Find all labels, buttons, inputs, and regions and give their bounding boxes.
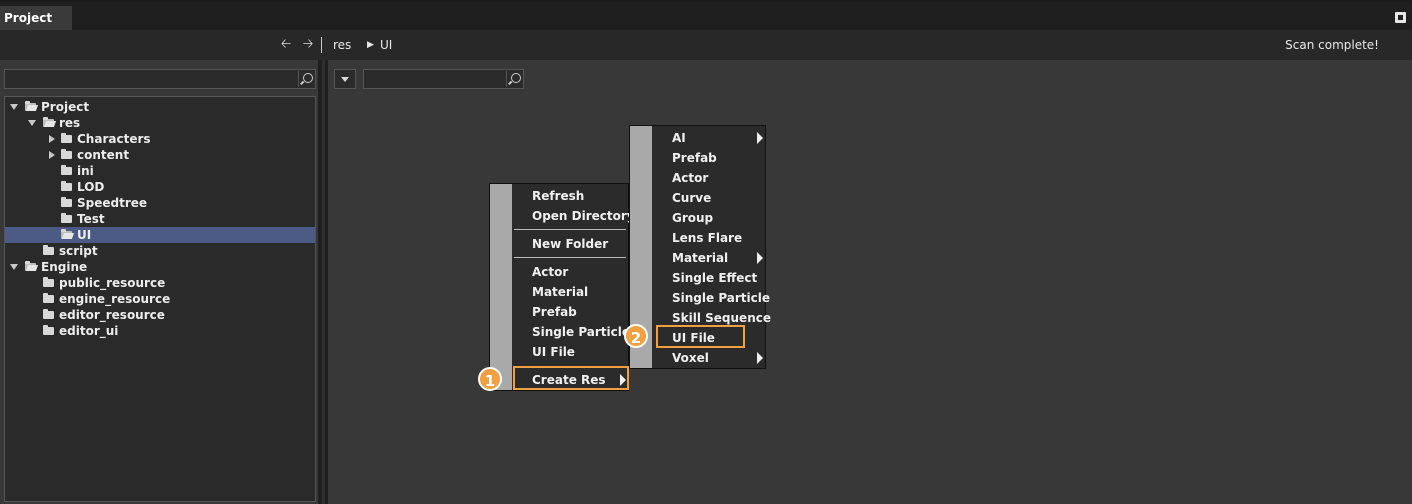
step-badge-1: 1 — [478, 367, 502, 391]
submenu-item-single-particle[interactable]: Single Particle — [652, 288, 770, 308]
create-res-submenu: AI Prefab Actor Curve Group Lens Flare M… — [629, 125, 771, 369]
menu-item-new-folder[interactable]: New Folder — [512, 234, 628, 254]
submenu-arrow-icon — [757, 132, 763, 144]
tree-node-engine[interactable]: Engine — [5, 259, 315, 275]
menu-separator — [514, 229, 626, 230]
submenu-item-material-label: Material — [672, 251, 729, 265]
folder-tree-pane: Project res Characters content ini LOD S… — [0, 60, 318, 504]
menu-item-prefab[interactable]: Prefab — [512, 302, 628, 322]
folder-icon — [61, 197, 72, 207]
submenu-item-voxel[interactable]: Voxel — [652, 348, 765, 368]
menu-item-single-particle[interactable]: Single Particle — [512, 322, 630, 342]
menu-item-create-res-label: Create Res — [532, 373, 606, 387]
submenu-item-voxel-label: Voxel — [672, 351, 709, 365]
tree-node-script[interactable]: script — [5, 243, 315, 259]
step-badge-2: 2 — [624, 324, 648, 348]
tree-node-editor-ui[interactable]: editor_ui — [5, 323, 315, 339]
tree-search-input[interactable] — [4, 69, 316, 89]
menu-item-actor[interactable]: Actor — [512, 262, 628, 282]
submenu-item-ai[interactable]: AI — [652, 128, 765, 148]
submenu-item-ui-file[interactable]: UI File — [652, 328, 765, 348]
expand-arrow-icon[interactable] — [27, 115, 37, 131]
tree-node-project[interactable]: Project — [5, 99, 315, 115]
menu-item-open-directory[interactable]: Open Directory — [512, 206, 635, 226]
view-dropdown-button[interactable] — [334, 69, 356, 89]
nav-divider — [321, 37, 322, 53]
file-search-button[interactable] — [506, 71, 522, 87]
menu-gutter — [490, 184, 512, 390]
submenu-item-group[interactable]: Group — [652, 208, 765, 228]
folder-icon — [61, 133, 72, 143]
panel-title-bar: Project — [0, 0, 1412, 32]
folder-open-icon — [25, 101, 36, 111]
submenu-item-prefab[interactable]: Prefab — [652, 148, 765, 168]
folder-icon — [43, 245, 54, 255]
submenu-item-single-effect[interactable]: Single Effect — [652, 268, 765, 288]
breadcrumb-ui[interactable]: UI — [380, 37, 392, 53]
pane-splitter[interactable] — [318, 60, 328, 504]
expand-arrow-icon[interactable] — [9, 259, 19, 275]
status-text: Scan complete! — [1285, 38, 1379, 52]
breadcrumb-res[interactable]: res — [333, 37, 351, 53]
submenu-arrow-icon — [757, 252, 763, 264]
breadcrumb-chevron-icon: ▶ — [367, 40, 374, 50]
folder-tree: Project res Characters content ini LOD S… — [4, 96, 316, 502]
tab-project[interactable]: Project — [0, 6, 72, 32]
folder-open-icon — [61, 229, 72, 239]
tree-node-content[interactable]: content — [5, 147, 315, 163]
tree-node-engine-resource[interactable]: engine_resource — [5, 291, 315, 307]
tree-search-button[interactable] — [298, 71, 314, 87]
submenu-arrow-icon — [620, 374, 626, 386]
submenu-item-actor[interactable]: Actor — [652, 168, 765, 188]
tree-node-lod[interactable]: LOD — [5, 179, 315, 195]
search-icon — [303, 73, 313, 83]
folder-open-icon — [43, 117, 54, 127]
submenu-item-ai-label: AI — [672, 131, 686, 145]
tree-node-public-resource[interactable]: public_resource — [5, 275, 315, 291]
folder-icon — [43, 293, 54, 303]
folder-icon — [61, 149, 72, 159]
folder-icon — [61, 181, 72, 191]
menu-item-create-res[interactable]: Create Res — [512, 370, 628, 390]
menu-item-refresh[interactable]: Refresh — [512, 186, 628, 206]
menu-item-ui-file[interactable]: UI File — [512, 342, 628, 362]
submenu-arrow-icon — [757, 352, 763, 364]
menu-separator — [514, 257, 626, 258]
folder-icon — [43, 277, 54, 287]
submenu-item-skill-sequence[interactable]: Skill Sequence — [652, 308, 771, 328]
menu-item-material[interactable]: Material — [512, 282, 628, 302]
submenu-item-material[interactable]: Material — [652, 248, 765, 268]
tree-node-test[interactable]: Test — [5, 211, 315, 227]
folder-icon — [43, 325, 54, 335]
collapse-arrow-icon[interactable] — [47, 131, 57, 147]
search-icon — [511, 73, 521, 83]
folder-open-icon — [25, 261, 36, 271]
submenu-item-curve[interactable]: Curve — [652, 188, 765, 208]
folder-icon — [61, 165, 72, 175]
navigation-bar: 🡠 🡢 res ▶ UI Scan complete! — [0, 30, 1412, 60]
forward-arrow-icon[interactable]: 🡢 — [300, 37, 316, 53]
tree-node-editor-resource[interactable]: editor_resource — [5, 307, 315, 323]
submenu-item-lens-flare[interactable]: Lens Flare — [652, 228, 765, 248]
expand-arrow-icon[interactable] — [9, 99, 19, 115]
tree-node-ui[interactable]: UI — [5, 227, 315, 243]
collapse-arrow-icon[interactable] — [47, 147, 57, 163]
folder-icon — [61, 213, 72, 223]
folder-icon — [43, 309, 54, 319]
pin-icon[interactable] — [1395, 12, 1406, 23]
tree-node-ini[interactable]: ini — [5, 163, 315, 179]
context-menu: Refresh Open Directory New Folder Actor … — [489, 183, 635, 391]
back-arrow-icon[interactable]: 🡠 — [278, 37, 294, 53]
tree-node-characters[interactable]: Characters — [5, 131, 315, 147]
file-search-input[interactable] — [363, 69, 524, 89]
tree-node-speedtree[interactable]: Speedtree — [5, 195, 315, 211]
tree-node-res[interactable]: res — [5, 115, 315, 131]
